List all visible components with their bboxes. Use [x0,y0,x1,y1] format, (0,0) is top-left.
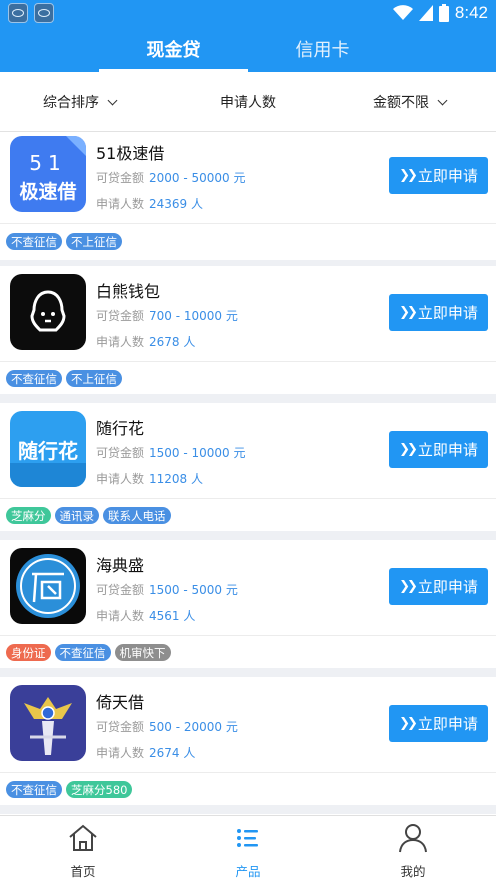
double-chevron-right-icon: ❯❯ [399,168,418,183]
applicants-row: 申请人数 11208 人 [96,472,204,486]
bottom-nav: 首页 产品 我的 [0,815,496,883]
user-icon [399,824,427,853]
chevron-down-icon [107,95,118,105]
tab-cash-loan[interactable]: 现金贷 [99,26,248,72]
product-card[interactable]: 随行花 随行花 可贷金额 1500 - 10000 元 申请人数 11208 人 ❯… [0,403,496,531]
yitianjie-sword-logo [10,685,86,761]
product-card[interactable]: 白熊钱包 可贷金额 700 - 10000 元 申请人数 2678 人 ❯❯ 立即申请… [0,266,496,394]
apply-button[interactable]: ❯❯ 立即申请 [389,568,488,605]
tag-list: 不查征信 不上征信 [6,370,122,387]
notification-app-icon [8,3,28,23]
applicants-filter[interactable]: 申请人数 [220,72,276,132]
filter-bar: 综合排序 申请人数 金额不限 [0,72,496,132]
apply-button[interactable]: ❯❯ 立即申请 [389,431,488,468]
home-icon [69,824,97,851]
applicants-row: 申请人数 4561 人 [96,609,196,623]
apply-button[interactable]: ❯❯ 立即申请 [389,705,488,742]
product-card[interactable]: 倚天借 可贷金额 500 - 20000 元 申请人数 2674 人 ❯❯ 立即申请 … [0,677,496,805]
amount-row: 可贷金额 700 - 10000 元 [96,309,238,323]
applicants-row: 申请人数 24369 人 [96,197,204,211]
applicants-row: 申请人数 2678 人 [96,335,196,349]
svg-text:随行花: 随行花 [18,439,78,463]
notification-app-icon [34,3,54,23]
white-bear-logo [10,274,86,350]
tag: 机审快下 [114,644,171,661]
amount-row: 可贷金额 2000 - 50000 元 [96,171,246,185]
product-list: 51 极速借 51极速借 可贷金额 2000 - 50000 元 申请人数 2436… [0,132,496,815]
tag: 芝麻分 [6,507,51,524]
top-tab-bar: 现金贷 信用卡 [0,26,496,72]
tag-list: 不查征信 芝麻分580 [6,781,133,798]
wifi-icon [392,5,413,20]
double-chevron-right-icon: ❯❯ [399,579,418,594]
svg-text:51: 51 [29,151,66,175]
tag: 联系人电话 [103,507,171,524]
amount-row: 可贷金额 1500 - 5000 元 [96,583,238,597]
status-bar: 8:42 [0,0,496,26]
tab-credit-card[interactable]: 信用卡 [248,26,397,72]
tag: 身份证 [6,644,51,661]
apply-button[interactable]: ❯❯ 立即申请 [389,294,488,331]
nav-mine[interactable]: 我的 [363,816,463,883]
chevron-down-icon [437,95,448,105]
product-card[interactable]: 51 极速借 51极速借 可贷金额 2000 - 50000 元 申请人数 2436… [0,132,496,260]
tag: 通讯录 [54,507,99,524]
sort-filter[interactable]: 综合排序 [43,72,118,132]
tag: 不上征信 [66,233,122,250]
double-chevron-right-icon: ❯❯ [399,716,418,731]
tag: 芝麻分580 [66,781,133,798]
nav-products[interactable]: 产品 [198,816,298,883]
tag: 不查征信 [54,644,111,661]
amount-row: 可贷金额 500 - 20000 元 [96,720,238,734]
product-name: 随行花 [96,419,145,438]
product-name: 51极速借 [96,144,165,163]
applicants-row: 申请人数 2674 人 [96,746,196,760]
battery-icon [438,4,449,22]
product-name: 海典盛 [96,556,145,575]
tag: 不查征信 [6,370,62,387]
haidiansheng-logo [10,548,86,624]
amount-row: 可贷金额 1500 - 10000 元 [96,446,246,460]
svg-text:极速借: 极速借 [19,180,76,203]
tag-list: 芝麻分 通讯录 联系人电话 [6,507,171,524]
suixinghua-logo: 随行花 [10,411,86,487]
signal-icon [418,5,433,21]
double-chevron-right-icon: ❯❯ [399,305,418,320]
nav-home[interactable]: 首页 [33,816,133,883]
clock: 8:42 [454,3,488,22]
tag-list: 不查征信 不上征信 [6,233,122,250]
51-speed-loan-logo: 51 极速借 [10,136,86,212]
list-icon [237,829,258,847]
tag-list: 身份证 不查征信 机审快下 [6,644,171,661]
tag: 不查征信 [6,781,62,798]
double-chevron-right-icon: ❯❯ [399,442,418,457]
product-name: 白熊钱包 [96,282,161,301]
product-card[interactable]: 海典盛 可贷金额 1500 - 5000 元 申请人数 4561 人 ❯❯ 立即申请 … [0,540,496,668]
product-name: 倚天借 [96,693,145,712]
amount-filter[interactable]: 金额不限 [373,72,448,132]
apply-button[interactable]: ❯❯ 立即申请 [389,157,488,194]
tag: 不查征信 [6,233,62,250]
tag: 不上征信 [66,370,122,387]
